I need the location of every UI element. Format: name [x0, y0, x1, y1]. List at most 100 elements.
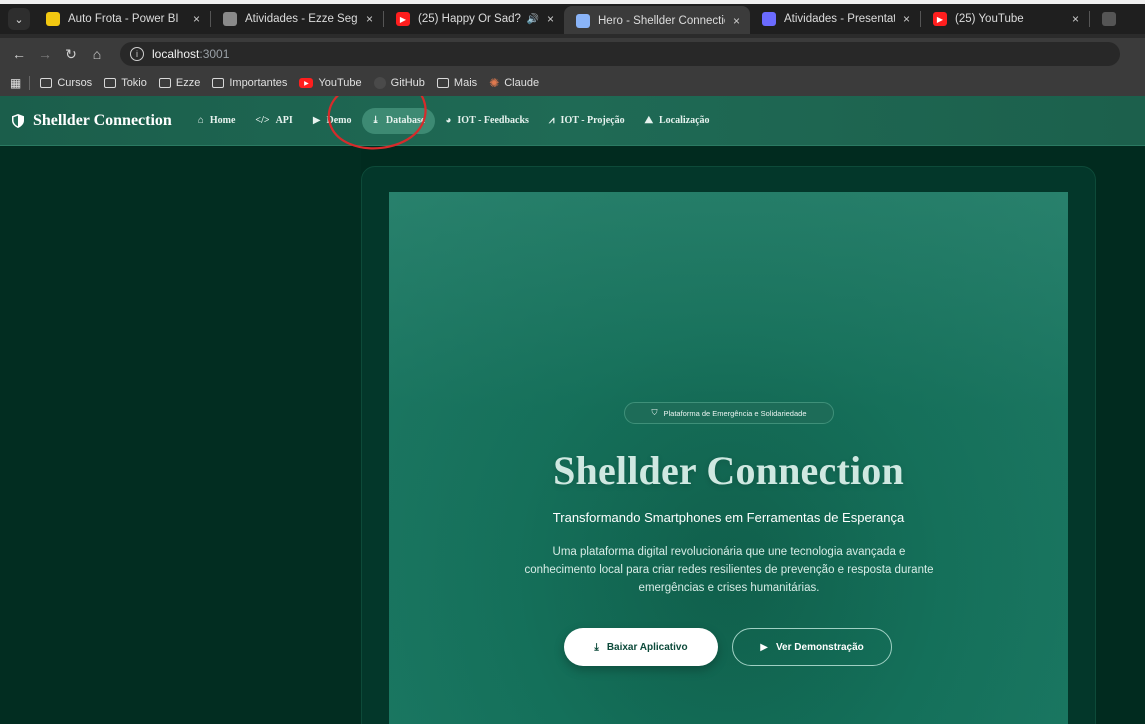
play-icon: ▶ [760, 641, 768, 653]
close-icon[interactable]: × [358, 12, 373, 26]
nav-item[interactable]: ▶ Demo [303, 108, 362, 134]
close-icon[interactable]: × [895, 12, 910, 26]
bookmark-item[interactable]: Cursos [40, 77, 92, 89]
hero-description: Uma plataforma digital revolucionária qu… [524, 546, 934, 594]
tab-strip: ⌄ Auto Frota - Power BI × Atividades - Ezz… [0, 0, 1145, 34]
browser-tab[interactable]: Hero - Shellder Connection × [564, 6, 750, 34]
nav-item[interactable]: ⤓ Database [361, 107, 436, 134]
code-icon: </> [255, 115, 270, 126]
tab-title: Auto Frota - Power BI [68, 13, 179, 25]
nav-label: Localização [659, 115, 710, 126]
nav-label: IOT - Projeção [560, 115, 625, 126]
brand-name: Shellder Connection [33, 111, 172, 129]
page-viewport: Shellder Connection ⌂ Home </> API ▶ Demo ⤓ Dat… [0, 96, 1145, 724]
close-icon[interactable]: × [185, 12, 200, 26]
bookmark-label: GitHub [390, 77, 425, 89]
hero-section: ⛉ Plataforma de Emergência e Solidarieda… [389, 192, 1068, 724]
site-brand[interactable]: Shellder Connection [12, 112, 172, 130]
claude-icon: ✺ [489, 76, 500, 90]
youtube-icon: ▶ [299, 78, 314, 88]
nav-item[interactable]: ⛰ Localização [635, 108, 720, 134]
download-app-button[interactable]: ⤓ Baixar Aplicativo [564, 628, 718, 666]
nav-item[interactable]: ◕ IOT - Feedbacks [435, 108, 539, 134]
tab-title: Hero - Shellder Connection [598, 15, 725, 27]
nav-label: Demo [326, 115, 352, 126]
apps-grid-icon[interactable]: ▦ [10, 76, 21, 90]
download-icon: ⤓ [594, 641, 599, 653]
tab-title: (25) Happy Or Sad? Happy [418, 13, 521, 25]
page-icon [576, 14, 590, 28]
bookmark-label: Cursos [57, 77, 93, 89]
bookmark-label: Claude [504, 77, 540, 89]
ezze-icon [223, 12, 237, 26]
home-icon: ⌂ [197, 115, 204, 126]
platform-badge: ⛉ Plataforma de Emergência e Solidarieda… [624, 402, 834, 424]
site-info-icon[interactable]: i [130, 47, 144, 61]
browser-tab[interactable]: Atividades - Presentation× [750, 5, 920, 33]
bookmark-label: Mais [453, 77, 478, 89]
bookmark-item[interactable]: ▶ YouTube [299, 77, 362, 89]
site-navbar: Shellder Connection ⌂ Home </> API ▶ Demo ⤓ Dat… [0, 96, 1145, 146]
presentation-icon [762, 12, 776, 26]
bookmark-item[interactable]: Tokio [104, 77, 147, 89]
bookmark-item[interactable]: Importantes [212, 77, 287, 89]
nav-label: Home [209, 115, 236, 126]
chart-line-icon: ⩘ [548, 115, 555, 126]
tab-title: Atividades - Presentation [784, 13, 895, 25]
folder-icon [212, 78, 225, 88]
github-icon [373, 77, 386, 89]
speaker-icon[interactable]: 🔊 [527, 14, 539, 25]
badge-label: Plataforma de Emergência e Solidariedade [663, 408, 807, 418]
nav-label: Database [385, 115, 426, 126]
shield-icon: ⛉ [651, 408, 658, 417]
home-browser-icon[interactable]: ⌂ [84, 46, 110, 62]
youtube-icon: ▶ [396, 12, 410, 26]
browser-tab[interactable]: ▶ (25) Happy Or Sad? Happy 🔊× [384, 5, 564, 33]
tab-title: Atividades - Ezze Seguros [245, 13, 358, 25]
youtube-icon: ▶ [933, 12, 947, 26]
browser-tab[interactable]: ▶ (25) YouTube × [921, 5, 1089, 33]
folder-icon [40, 78, 53, 88]
download-icon: ⤓ [371, 115, 380, 126]
reload-icon[interactable]: ↻ [58, 46, 84, 63]
browser-tab[interactable]: da [1090, 5, 1130, 33]
play-icon: ▶ [312, 115, 321, 126]
view-demo-button[interactable]: ▶ Ver Demonstração [732, 628, 892, 666]
folder-icon [158, 78, 171, 88]
close-icon[interactable]: × [1064, 12, 1079, 26]
close-icon[interactable]: × [725, 14, 740, 28]
nav-item[interactable]: ⌂ Home [188, 108, 246, 134]
browser-tab[interactable]: Auto Frota - Power BI × [34, 5, 210, 33]
url-host: localhost [152, 47, 200, 61]
bookmark-label: YouTube [318, 77, 362, 89]
folder-icon [104, 78, 117, 88]
bookmark-label: Tokio [121, 77, 147, 89]
nav-item[interactable]: </> API [245, 108, 302, 134]
url-input[interactable]: i localhost:3001 [120, 42, 1120, 66]
folder-icon [436, 78, 449, 88]
location-icon: ⛰ [644, 115, 654, 126]
close-icon[interactable]: × [539, 12, 554, 26]
nav-label: IOT - Feedbacks [457, 115, 529, 126]
back-arrow-icon[interactable]: ← [6, 46, 32, 62]
bookmarks-divider [29, 76, 31, 90]
bookmark-label: Ezze [175, 77, 201, 89]
download-app-label: Baixar Aplicativo [606, 641, 688, 653]
view-demo-label: Ver Demonstração [775, 641, 864, 653]
bookmark-item[interactable]: Ezze [158, 77, 201, 89]
nav-label: API [275, 115, 293, 126]
tab-search-icon[interactable]: ⌄ [8, 8, 30, 30]
bookmark-item[interactable]: GitHub [373, 77, 425, 89]
forward-arrow-icon[interactable]: → [32, 46, 58, 62]
bookmark-label: Importantes [229, 77, 288, 89]
bookmark-item[interactable]: Mais [436, 77, 478, 89]
github-icon [1102, 12, 1116, 26]
bookmark-item[interactable]: ✺ Claude [489, 76, 539, 90]
shield-icon [12, 113, 24, 128]
url-port: :3001 [199, 47, 230, 61]
browser-tab[interactable]: Atividades - Ezze Seguros× [211, 5, 383, 33]
hero-title: Shellder Connection [553, 448, 904, 493]
powerbi-icon [46, 12, 60, 26]
nav-item[interactable]: ⩘ IOT - Projeção [539, 108, 635, 134]
hero-subtitle: Transformando Smartphones em Ferramentas… [552, 510, 905, 525]
